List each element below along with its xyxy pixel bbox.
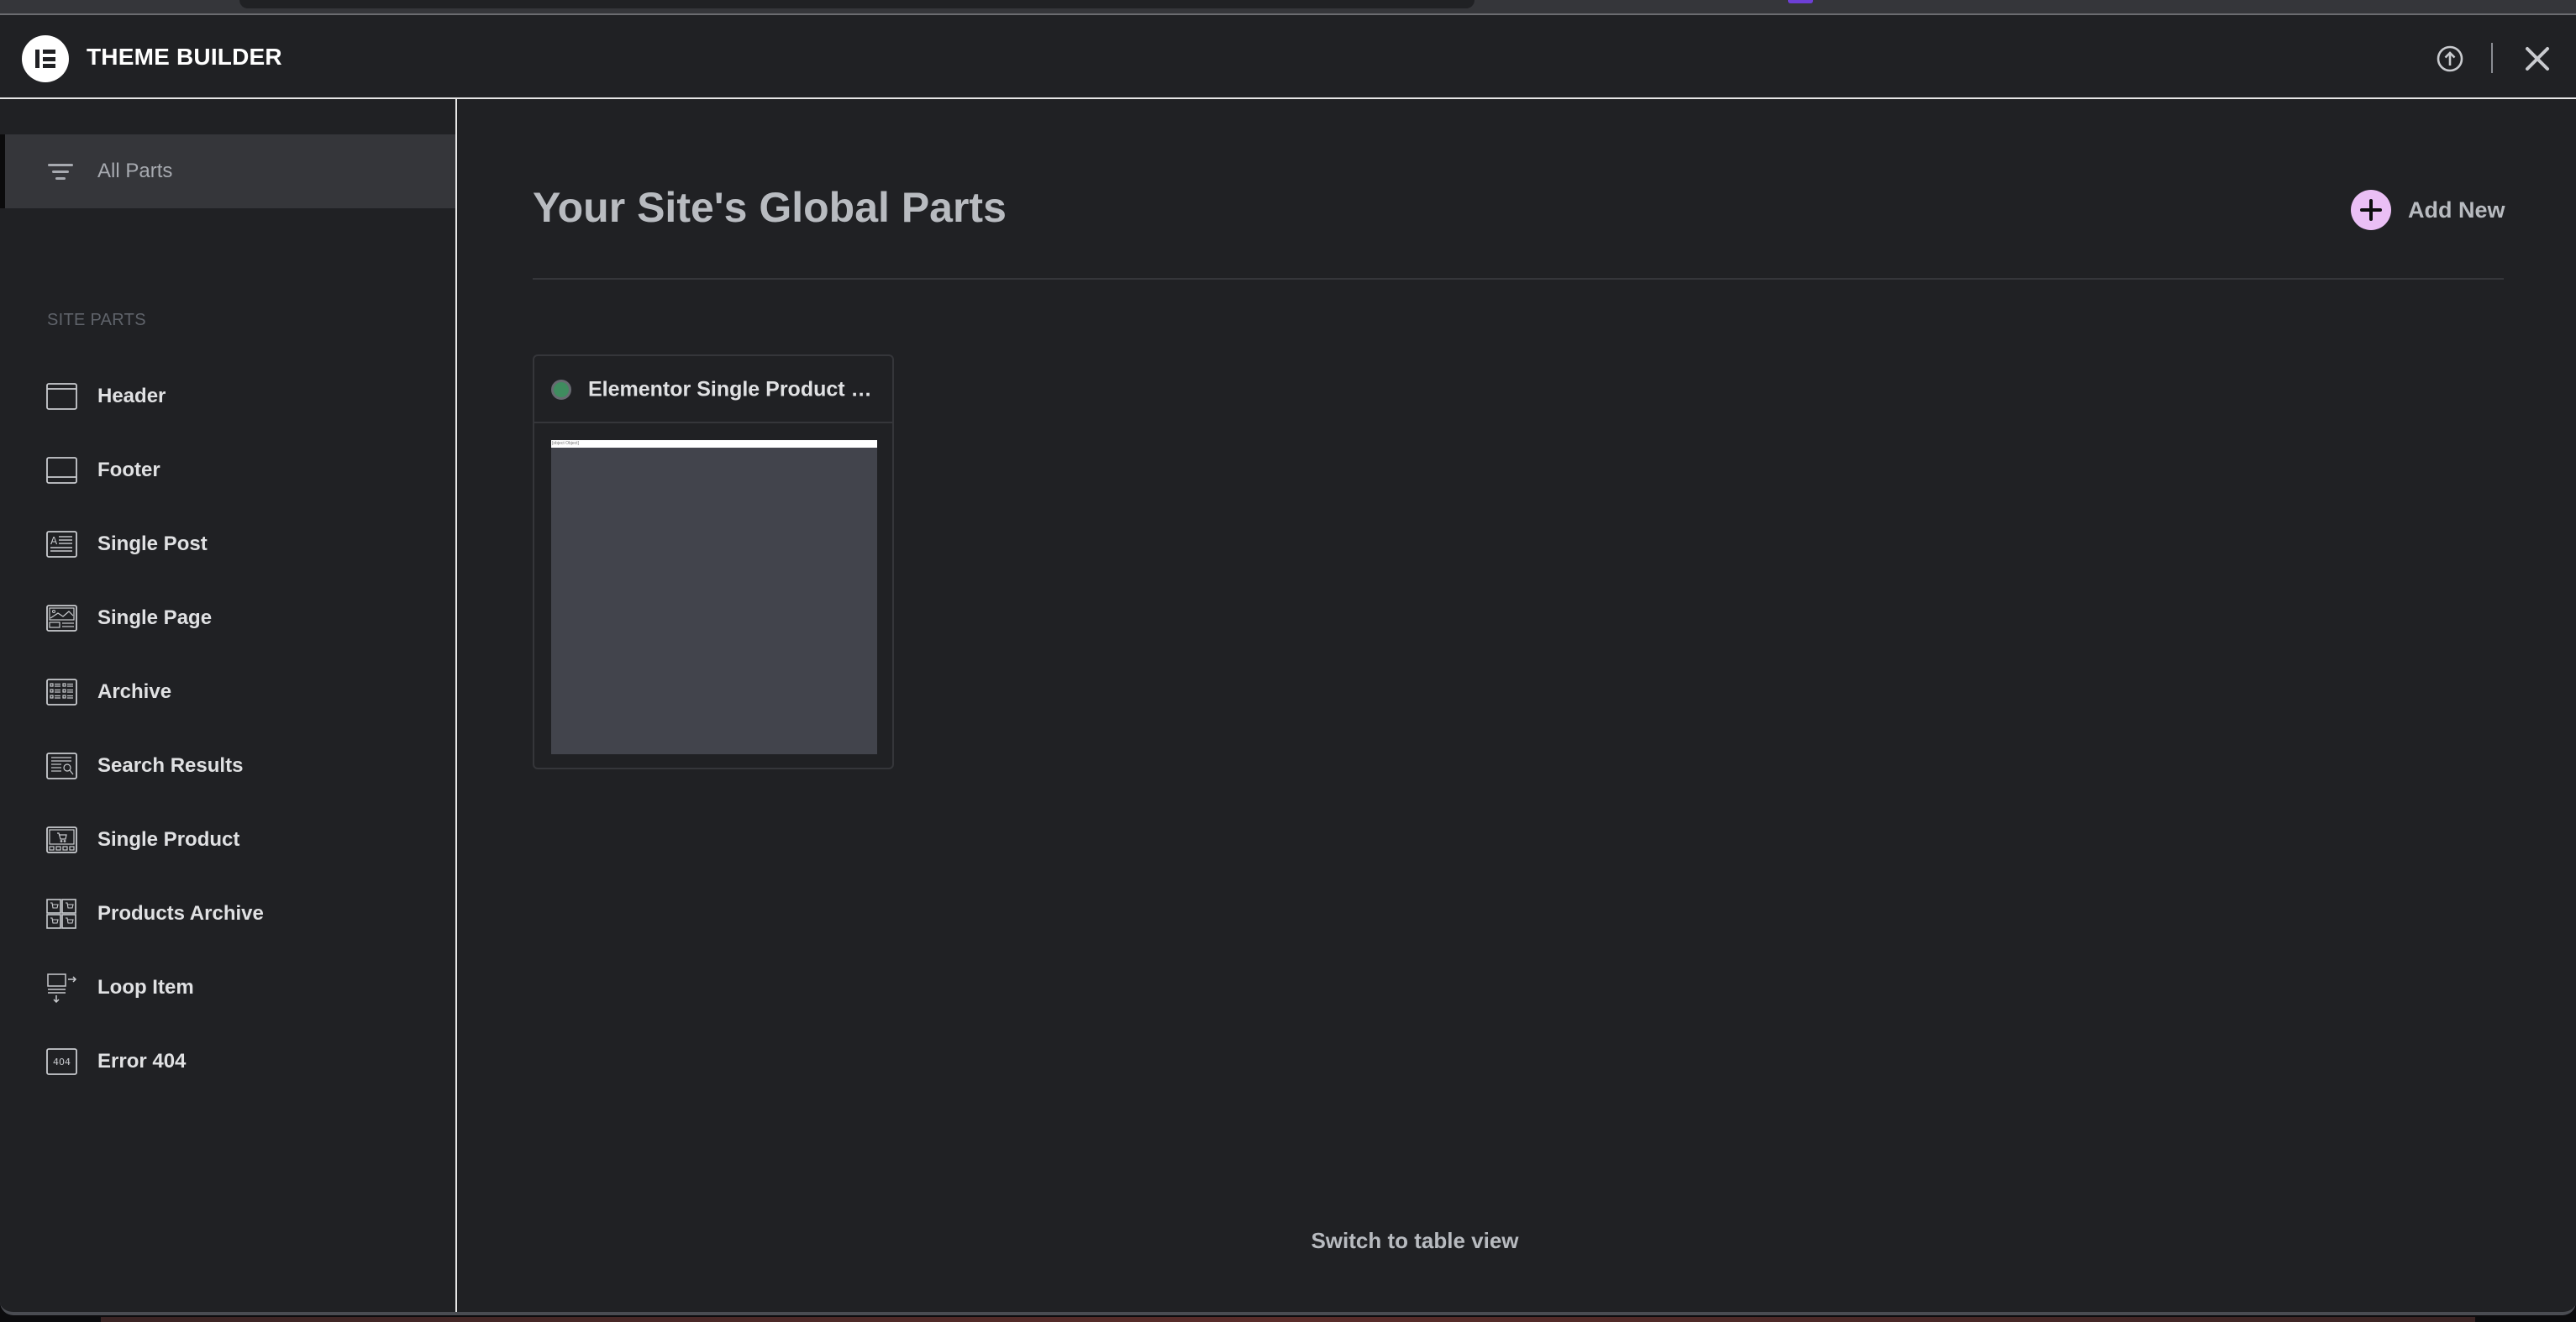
modal-header: THEME BUILDER <box>0 15 2576 99</box>
close-icon <box>2526 47 2549 71</box>
section-title: SITE PARTS <box>47 311 146 329</box>
plus-icon <box>2351 190 2391 230</box>
sidebar-item-products-archive[interactable]: Products Archive <box>0 877 454 951</box>
sidebar-item-label: Single Page <box>97 606 213 629</box>
sidebar-item-loop-item[interactable]: Loop Item <box>0 951 454 1025</box>
browser-tab[interactable] <box>239 0 1475 8</box>
theme-builder-modal: THEME BUILDER All Parts SITE PARTS Heade… <box>0 15 2576 1315</box>
sidebar-item-error-404[interactable]: 404 Error 404 <box>0 1025 454 1099</box>
upload-button[interactable] <box>2433 42 2467 76</box>
filter-icon <box>48 164 73 180</box>
sidebar-item-label: All Parts <box>97 160 173 182</box>
header-divider <box>2491 43 2493 73</box>
svg-text:A: A <box>50 535 58 547</box>
site-parts-list: Header Footer A Single Post Single Page <box>0 359 454 1099</box>
sidebar-item-single-product[interactable]: Single Product <box>0 803 454 877</box>
main-content: Your Site's Global Parts Add New Element… <box>457 99 2576 1312</box>
sidebar-item-archive[interactable]: Archive <box>0 655 454 729</box>
sidebar-item-search-results[interactable]: Search Results <box>0 729 454 803</box>
template-card[interactable]: Elementor Single Product #... [object Ob… <box>533 354 894 769</box>
sidebar-item-footer[interactable]: Footer <box>0 433 454 507</box>
sidebar: All Parts SITE PARTS Header Footer A Sin… <box>0 99 457 1312</box>
add-new-button[interactable]: Add New <box>2351 190 2505 230</box>
loop-item-icon <box>46 973 78 1004</box>
status-indicator <box>551 380 571 400</box>
thumbnail-text: [object Object] <box>551 440 877 448</box>
app-title: THEME BUILDER <box>87 44 282 70</box>
sidebar-item-all-parts[interactable]: All Parts <box>0 134 455 208</box>
window-bottom-edge <box>101 1317 2475 1322</box>
single-product-icon <box>46 825 78 855</box>
sidebar-item-label: Archive <box>97 680 172 703</box>
products-archive-icon <box>46 899 78 929</box>
sidebar-item-label: Single Post <box>97 532 208 555</box>
sidebar-item-label: Footer <box>97 459 160 481</box>
sidebar-item-header[interactable]: Header <box>0 359 454 433</box>
svg-text:404: 404 <box>53 1057 71 1068</box>
close-button[interactable] <box>2521 42 2554 76</box>
archive-icon <box>46 677 78 707</box>
card-title: Elementor Single Product #... <box>588 377 879 401</box>
switch-to-table-view-link[interactable]: Switch to table view <box>1311 1228 1518 1254</box>
page-title: Your Site's Global Parts <box>533 184 1007 231</box>
sidebar-item-label: Search Results <box>97 754 244 777</box>
card-header: Elementor Single Product #... <box>534 356 892 423</box>
sidebar-item-label: Header <box>97 385 166 407</box>
error-404-icon: 404 <box>46 1047 78 1077</box>
browser-tab-indicator <box>1788 0 1813 3</box>
sidebar-item-label: Single Product <box>97 828 240 851</box>
footer-icon <box>46 455 78 485</box>
template-thumbnail[interactable]: [object Object] <box>551 440 877 754</box>
add-new-label: Add New <box>2408 197 2505 223</box>
sidebar-item-single-page[interactable]: Single Page <box>0 581 454 655</box>
single-page-icon <box>46 603 78 633</box>
upload-icon <box>2437 45 2463 72</box>
sidebar-item-single-post[interactable]: A Single Post <box>0 507 454 581</box>
header-icon <box>46 381 78 412</box>
browser-tab-strip <box>0 0 2576 15</box>
sidebar-item-label: Loop Item <box>97 976 194 999</box>
search-results-icon <box>46 751 78 781</box>
sidebar-item-label: Error 404 <box>97 1050 187 1073</box>
single-post-icon: A <box>46 529 78 559</box>
sidebar-item-label: Products Archive <box>97 902 264 925</box>
elementor-logo-icon <box>22 35 69 82</box>
title-divider <box>533 278 2504 280</box>
